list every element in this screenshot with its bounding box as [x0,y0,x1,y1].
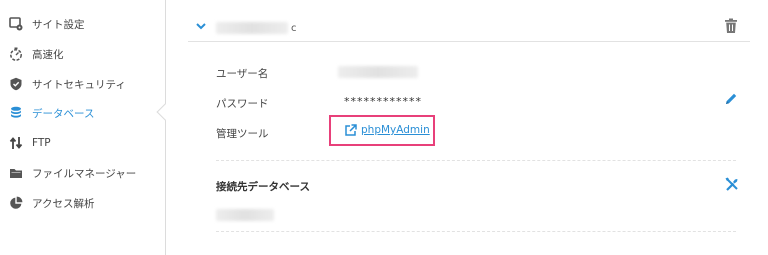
pie-chart-icon [9,196,23,210]
sidebar-item-label: データベース [32,107,95,120]
admin-tool-label: 管理ツール [216,128,269,140]
sidebar-item-database[interactable]: データベース [0,98,165,128]
database-name-suffix: c [291,22,297,34]
connected-database-title: 接続先データベース [216,181,310,193]
password-label: パスワード [216,98,269,110]
sidebar: サイト設定 高速化 サイトセキュリティ データベース FTP ファイルマネージャ… [0,0,174,255]
transfer-icon [9,136,23,150]
sidebar-item-speed[interactable]: 高速化 [0,39,165,69]
sidebar-item-file-manager[interactable]: ファイルマネージャー [0,158,165,188]
bottom-divider [216,231,736,232]
database-header: c [188,8,750,42]
database-icon [9,106,23,120]
shield-icon [9,77,23,91]
phpmyadmin-link[interactable]: phpMyAdmin [344,122,430,138]
redacted-username [338,66,418,78]
phpmyadmin-link-text: phpMyAdmin [361,124,430,136]
section-divider [216,160,736,161]
trash-icon[interactable] [724,18,738,34]
pencil-icon[interactable] [724,92,738,106]
sidebar-item-site-settings[interactable]: サイト設定 [0,9,165,39]
site-settings-icon [9,17,23,31]
sidebar-item-label: サイトセキュリティ [32,78,126,91]
redacted-database-name [216,22,288,34]
database-name: c [216,21,297,35]
sidebar-item-label: FTP [32,137,51,149]
sidebar-item-label: 高速化 [32,48,64,61]
tools-icon[interactable] [724,176,740,192]
sidebar-item-access-analytics[interactable]: アクセス解析 [0,188,165,218]
sidebar-item-label: サイト設定 [32,18,85,31]
sidebar-item-label: ファイルマネージャー [32,167,137,180]
main-content: c ユーザー名 パスワード ************ 管理ツール phpMyAd… [166,0,768,255]
sidebar-item-site-security[interactable]: サイトセキュリティ [0,69,165,99]
sidebar-item-ftp[interactable]: FTP [0,128,165,158]
username-label: ユーザー名 [216,68,269,80]
folder-icon [9,166,23,180]
speed-icon [9,47,23,61]
redacted-connected-database [216,209,274,221]
chevron-down-icon[interactable] [194,19,208,33]
password-value: ************ [344,95,422,108]
external-link-icon [345,123,357,136]
sidebar-item-label: アクセス解析 [32,197,95,210]
